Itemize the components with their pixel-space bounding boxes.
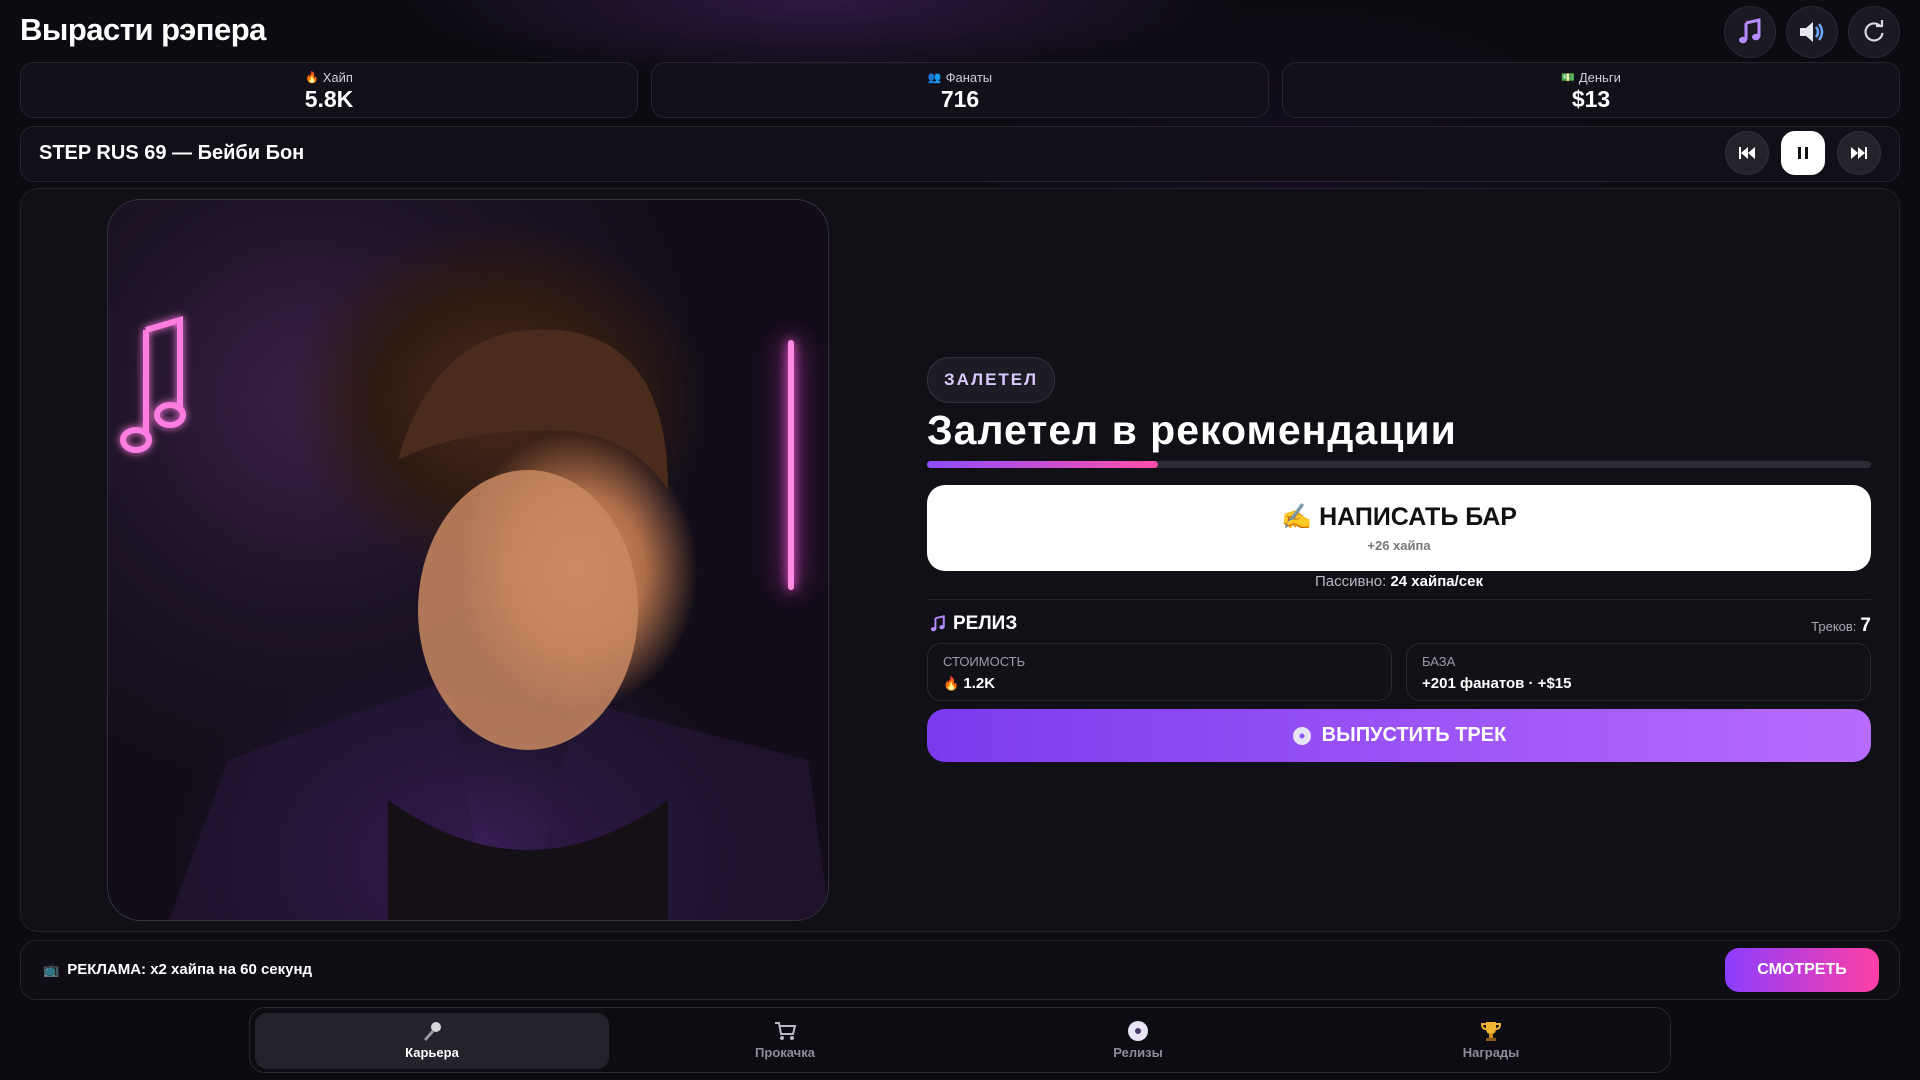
action-panel: ЗАЛЕТЕЛ Залетел в рекомендации ✍️ НАПИСА…	[927, 189, 1871, 933]
top-toolbar	[1724, 6, 1900, 58]
stage-progress-fill	[927, 461, 1159, 468]
now-playing-bar: STEP RUS 69 — Бейби Бон	[20, 126, 1900, 182]
release-base-label: БАЗА	[1422, 654, 1456, 669]
writing-hand-icon: ✍️	[1281, 503, 1313, 531]
pause-icon	[1798, 147, 1808, 159]
speaker-icon	[1800, 22, 1824, 42]
fire-icon: 🔥	[305, 72, 319, 84]
nav-releases[interactable]: Релизы	[961, 1013, 1315, 1069]
player-controls	[1725, 131, 1881, 175]
nav-upgrades[interactable]: Прокачка	[608, 1013, 962, 1069]
next-icon	[1851, 147, 1867, 159]
app-title: Вырасти рэпера	[20, 12, 266, 47]
fire-icon: 🔥	[943, 676, 960, 691]
stat-money: 💵 Деньги $13	[1282, 62, 1900, 118]
stat-hype-label: Хайп	[322, 70, 353, 85]
nav-career[interactable]: Карьера	[255, 1013, 609, 1069]
release-cost-value: 1.2K	[963, 675, 996, 692]
tracks-label: Треков:	[1811, 619, 1857, 634]
disc-icon	[1128, 1021, 1148, 1041]
previous-icon	[1739, 147, 1755, 159]
release-track-button[interactable]: ВЫПУСТИТЬ ТРЕК	[927, 709, 1871, 762]
disc-icon	[1292, 726, 1311, 745]
people-icon: 👥	[927, 72, 942, 84]
release-section-title: РЕЛИЗ	[929, 613, 1017, 635]
nav-rewards-label: Награды	[1462, 1045, 1520, 1060]
now-playing-track: STEP RUS 69 — Бейби Бон	[39, 142, 305, 164]
music-toggle-button[interactable]	[1724, 6, 1776, 58]
ad-text: РЕКЛАМА: x2 хайпа на 60 секунд	[67, 961, 313, 978]
release-base-box: БАЗА +201 фанатов · +$15	[1406, 643, 1871, 701]
cart-icon	[775, 1022, 797, 1040]
career-card: ЗАЛЕТЕЛ Залетел в рекомендации ✍️ НАПИСА…	[20, 188, 1900, 932]
release-track-label: ВЫПУСТИТЬ ТРЕК	[1321, 724, 1507, 746]
sound-toggle-button[interactable]	[1786, 6, 1838, 58]
music-note-icon	[930, 615, 945, 632]
reset-button[interactable]	[1848, 6, 1900, 58]
release-title-label: РЕЛИЗ	[953, 613, 1018, 634]
release-cost-box: СТОИМОСТЬ 🔥 1.2K	[927, 643, 1392, 701]
section-divider	[927, 599, 1871, 600]
write-bar-button[interactable]: ✍️ НАПИСАТЬ БАР +26 хайпа	[927, 485, 1871, 571]
passive-income: Пассивно: 24 хайпа/сек	[927, 573, 1871, 590]
stage-progress-bar	[927, 461, 1871, 468]
stats-bar: 🔥 Хайп 5.8K 👥 Фанаты 716 💵 Деньги $13	[20, 62, 1900, 118]
release-base-value: +201 фанатов · +$15	[1422, 675, 1572, 692]
write-bar-label: НАПИСАТЬ БАР	[1319, 503, 1517, 531]
watch-ad-button[interactable]: СМОТРЕТЬ	[1725, 948, 1879, 992]
passive-label: Пассивно:	[1315, 573, 1387, 590]
refresh-icon	[1864, 20, 1884, 42]
release-cost-label: СТОИМОСТЬ	[943, 654, 1026, 669]
previous-track-button[interactable]	[1725, 131, 1769, 175]
nav-upgrades-label: Прокачка	[755, 1045, 815, 1060]
stat-money-value: $13	[1571, 86, 1611, 112]
nav-career-label: Карьера	[405, 1045, 459, 1060]
tracks-value: 7	[1860, 615, 1871, 636]
stat-fans-value: 716	[940, 86, 980, 112]
ad-banner: 📺 РЕКЛАМА: x2 хайпа на 60 секунд СМОТРЕТ…	[20, 940, 1900, 1000]
next-track-button[interactable]	[1837, 131, 1881, 175]
nav-rewards[interactable]: Награды	[1314, 1013, 1668, 1069]
bottom-navigation: Карьера Прокачка Релизы Награды	[249, 1007, 1671, 1073]
neon-music-note-decoration	[120, 315, 828, 920]
write-bar-reward: +26 хайпа	[1367, 538, 1431, 553]
microphone-icon	[424, 1022, 441, 1041]
stat-hype: 🔥 Хайп 5.8K	[20, 62, 638, 118]
stat-hype-value: 5.8K	[304, 86, 354, 112]
trophy-icon	[1480, 1022, 1502, 1041]
tracks-count: Треков: 7	[1811, 615, 1871, 637]
neon-light-bar	[788, 340, 794, 590]
stat-money-label: Деньги	[1578, 70, 1621, 85]
nav-releases-label: Релизы	[1113, 1045, 1163, 1060]
stat-fans-label: Фанаты	[945, 70, 993, 85]
music-note-icon	[1739, 18, 1761, 44]
tv-icon: 📺	[43, 961, 60, 977]
passive-value: 24 хайпа/сек	[1390, 573, 1483, 590]
stat-fans: 👥 Фанаты 716	[651, 62, 1269, 118]
money-icon: 💵	[1561, 72, 1575, 84]
rapper-portrait[interactable]	[107, 199, 829, 921]
pause-button[interactable]	[1781, 131, 1825, 175]
stage-headline: Залетел в рекомендации	[927, 407, 1457, 453]
status-badge: ЗАЛЕТЕЛ	[927, 357, 1056, 403]
